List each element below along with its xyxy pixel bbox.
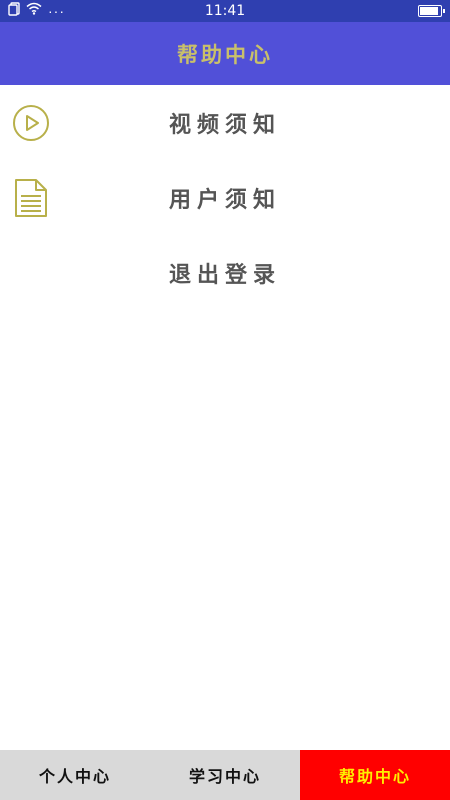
play-circle-icon [12, 103, 50, 143]
battery-icon [418, 5, 445, 17]
bottom-tab-bar: 个人中心 学习中心 帮助中心 [0, 750, 450, 800]
menu-item-user-notice[interactable]: 用户须知 [0, 160, 450, 235]
tab-help-center[interactable]: 帮助中心 [300, 750, 450, 800]
tab-learning-center[interactable]: 学习中心 [150, 750, 300, 800]
page-title: 帮助中心 [177, 41, 273, 67]
tab-personal-center[interactable]: 个人中心 [0, 750, 150, 800]
tab-label: 个人中心 [38, 767, 111, 786]
menu-item-logout[interactable]: 退出登录 [0, 235, 450, 310]
tab-label: 帮助中心 [338, 767, 411, 786]
status-bar: ··· [0, 0, 450, 22]
menu-item-label: 视频须知 [168, 111, 281, 138]
menu-item-label: 用户须知 [168, 186, 281, 213]
sim-card-icon [8, 1, 20, 21]
help-menu: 视频须知 用户须知 退出登录 [0, 85, 450, 310]
menu-item-video-notice[interactable]: 视频须知 [0, 85, 450, 160]
tab-label: 学习中心 [188, 767, 261, 786]
page-header: 帮助中心 [0, 22, 450, 85]
more-dots-icon: ··· [48, 3, 65, 19]
document-icon [12, 178, 50, 218]
status-icons-left: ··· [8, 1, 65, 21]
battery-fill [420, 7, 438, 15]
menu-item-label: 退出登录 [168, 261, 281, 288]
wifi-icon [26, 2, 42, 20]
